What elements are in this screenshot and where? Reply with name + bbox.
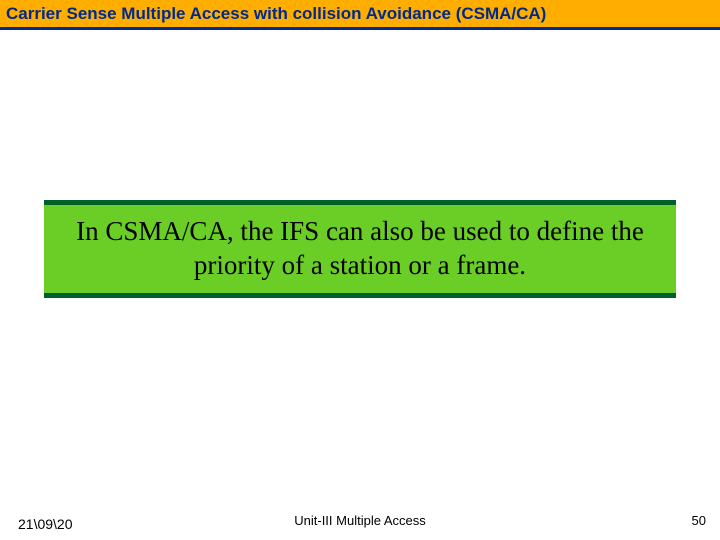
callout-box: In CSMA/CA, the IFS can also be used to … bbox=[44, 200, 676, 298]
footer-page-number: 50 bbox=[692, 513, 706, 528]
slide-title-bar: Carrier Sense Multiple Access with colli… bbox=[0, 0, 720, 30]
footer-center: Unit-III Multiple Access bbox=[0, 513, 720, 528]
slide-footer: 21\09\20 Unit-III Multiple Access 50 bbox=[0, 510, 720, 540]
slide-title: Carrier Sense Multiple Access with colli… bbox=[6, 4, 546, 23]
callout-text: In CSMA/CA, the IFS can also be used to … bbox=[54, 215, 666, 283]
